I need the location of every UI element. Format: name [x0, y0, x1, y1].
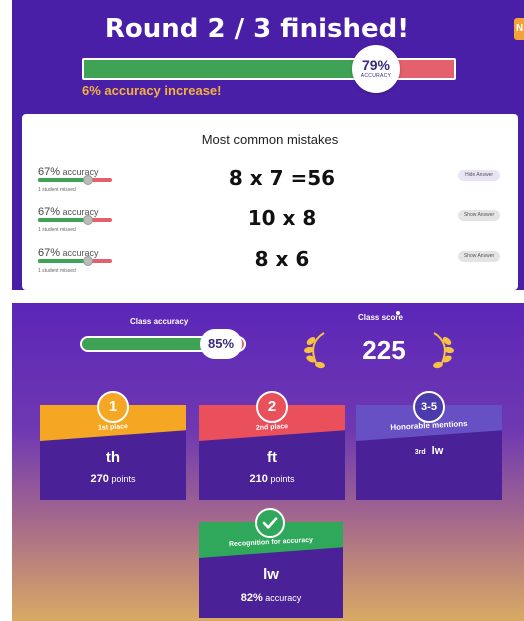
mistake-accuracy-bar-fill	[38, 218, 88, 222]
second-place-points: 210 points	[199, 473, 345, 485]
mistake-accuracy-suffix: accuracy	[62, 167, 99, 177]
round-title: Round 2 / 3 finished!	[104, 14, 410, 44]
second-place-points-unit: points	[270, 474, 295, 484]
mistake-accuracy-knob	[82, 256, 93, 266]
accuracy-recognition-value: 82% accuracy	[199, 592, 343, 604]
mistake-accuracy-bar	[38, 215, 112, 225]
hide-answer-button[interactable]: Hide Answer	[458, 170, 500, 181]
class-accuracy-label: Class accuracy	[130, 317, 189, 326]
mistake-row: 67% accuracy 1 student missed 10 x 8 Sho…	[22, 206, 518, 246]
mistake-missed-count: 1 student missed	[38, 187, 76, 193]
mistake-accuracy-suffix: accuracy	[62, 207, 99, 217]
accuracy-recognition-unit: accuracy	[265, 593, 302, 603]
round-accuracy-value: 79%	[361, 57, 391, 73]
first-place-name: th	[105, 449, 121, 466]
mistake-question: 8 x 6	[254, 247, 310, 271]
first-place-card: 1st place 1 th 270 points	[40, 391, 186, 500]
class-accuracy-value: 85%	[200, 329, 242, 359]
honorable-entry-name: lw	[431, 445, 444, 457]
mistake-accuracy-percent: 67%	[38, 206, 61, 218]
second-place-name: ft	[267, 449, 277, 466]
mistake-accuracy-suffix: accuracy	[62, 248, 99, 258]
round-accuracy-bar-fill	[84, 60, 377, 78]
screen: Round 2 / 3 finished! N 79% ACCURACY 6% …	[0, 0, 524, 621]
mistake-accuracy-bar-fill	[38, 259, 88, 263]
laurel-left-icon	[304, 332, 325, 369]
mistake-missed-count: 1 student missed	[38, 268, 76, 274]
laurel-right-icon	[433, 332, 454, 369]
class-score-value: 225	[362, 335, 406, 365]
second-place-rank-badge: 2	[256, 391, 288, 423]
mistake-question: 8 x 7 =56	[228, 166, 336, 190]
mistakes-title: Most common mistakes	[201, 132, 339, 147]
show-answer-button[interactable]: Show Answer	[458, 251, 500, 262]
show-answer-button[interactable]: Show Answer	[458, 210, 500, 221]
second-place-points-value: 210	[249, 473, 268, 485]
round-accuracy-caption: ACCURACY	[360, 73, 392, 79]
honorable-entry-rank: 3rd	[414, 449, 426, 456]
first-place-points: 270 points	[40, 473, 186, 485]
honorable-mention-entry: 3rd lw	[356, 445, 502, 457]
accuracy-recognition-card: Recognition for accuracy lw 82% accuracy	[199, 508, 343, 618]
mistake-row: 67% accuracy 1 student missed 8 x 7 =56 …	[22, 166, 518, 206]
mistake-accuracy-percent: 67%	[38, 166, 61, 178]
mistake-accuracy-bar	[38, 256, 112, 266]
accuracy-recognition-name: lw	[263, 566, 279, 583]
accuracy-recognition-percent: 82%	[240, 592, 263, 604]
first-place-points-value: 270	[90, 473, 109, 485]
checkmark-icon	[255, 508, 285, 538]
mistake-question: 10 x 8	[247, 206, 317, 230]
round-summary-panel: Round 2 / 3 finished! N 79% ACCURACY 6% …	[12, 0, 524, 290]
accuracy-increase-text: 6% accuracy increase!	[82, 83, 222, 98]
honorable-rank-badge: 3-5	[413, 391, 445, 423]
first-place-points-unit: points	[111, 474, 136, 484]
mistake-missed-count: 1 student missed	[38, 227, 76, 233]
common-mistakes-card: Most common mistakes 67% accuracy 1 stud…	[22, 114, 518, 290]
second-place-card: 2nd place 2 ft 210 points	[199, 391, 345, 500]
mistake-row: 67% accuracy 1 student missed 8 x 6 Show…	[22, 247, 518, 287]
mistake-accuracy-bar	[38, 175, 112, 185]
info-dot-icon	[396, 311, 400, 315]
mistake-accuracy-percent: 67%	[38, 247, 61, 259]
mistake-accuracy-knob	[82, 215, 93, 225]
first-place-rank-badge: 1	[97, 391, 129, 423]
class-results-panel: Class accuracy 85% Class score 225 1st p…	[12, 303, 524, 621]
next-tab-button[interactable]: N	[514, 18, 524, 40]
honorable-mentions-card: Honorable mentions 3-5 3rd lw	[356, 391, 502, 500]
mistake-accuracy-bar-fill	[38, 178, 88, 182]
round-accuracy-badge: 79% ACCURACY	[352, 45, 400, 93]
mistake-accuracy-knob	[82, 175, 93, 185]
